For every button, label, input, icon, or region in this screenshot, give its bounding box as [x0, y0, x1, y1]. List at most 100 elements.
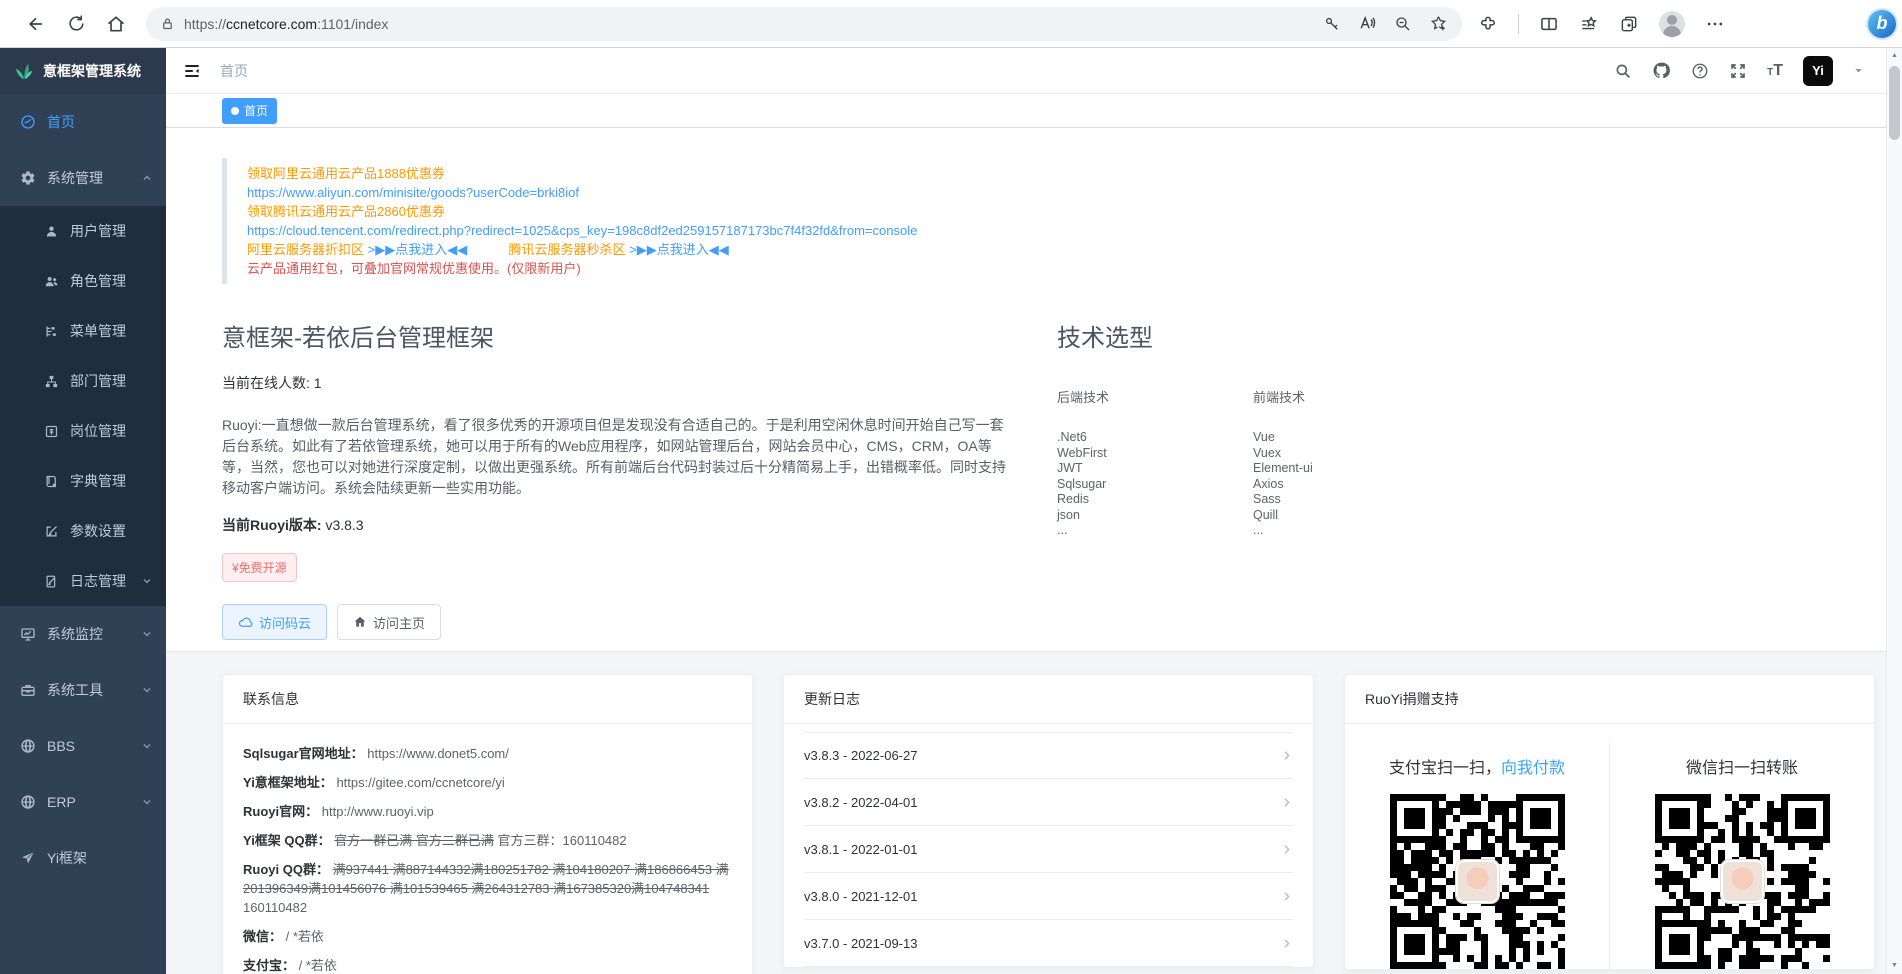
font-size-icon[interactable]: TT: [1767, 62, 1783, 80]
app-frame: 意框架管理系统 首页 系统管理 用户管理: [0, 48, 1902, 974]
read-aloud-icon[interactable]: [1358, 14, 1377, 33]
sidebar-item-log-mgmt[interactable]: 日志管理: [0, 556, 166, 606]
sidebar-item-label: 角色管理: [70, 271, 126, 291]
sidebar-item-system[interactable]: 系统管理: [0, 150, 166, 206]
aliyun-discount-label[interactable]: 阿里云服务器折扣区: [247, 242, 364, 257]
zoom-out-icon[interactable]: [1394, 15, 1412, 33]
chevron-right-icon: [1280, 749, 1293, 762]
sidebar-item-yi-framework[interactable]: Yi框架: [0, 830, 166, 886]
sidebar-item-dept-mgmt[interactable]: 部门管理: [0, 356, 166, 406]
tech-item: Vuex: [1253, 446, 1449, 462]
changelog-item[interactable]: v3.7.0 - 2021-09-13: [804, 920, 1293, 967]
contact-label: Yi框架 QQ群：: [243, 833, 331, 848]
tencent-url-link[interactable]: https://cloud.tencent.com/redirect.php?r…: [247, 223, 917, 238]
copilot-icon[interactable]: b: [1866, 8, 1898, 40]
sqlsugar-site-link[interactable]: https://www.donet5.com/: [367, 746, 509, 761]
password-key-icon[interactable]: [1323, 15, 1341, 33]
sidebar-item-param-settings[interactable]: 参数设置: [0, 506, 166, 556]
page-title: 意框架-若依后台管理框架: [222, 318, 1012, 353]
github-icon[interactable]: [1652, 61, 1671, 80]
visit-gitee-button[interactable]: 访问码云: [222, 604, 327, 640]
sidebar-collapse-icon[interactable]: [182, 61, 202, 81]
split-screen-icon[interactable]: [1539, 14, 1559, 34]
changelog-item[interactable]: v3.8.3 - 2022-06-27: [804, 732, 1293, 779]
aliyun-coupon-link[interactable]: 领取阿里云通用云产品1888优惠券: [247, 166, 445, 181]
scroll-down-arrow[interactable]: ▼: [1887, 958, 1902, 972]
changelog-item[interactable]: v3.8.0 - 2021-12-01: [804, 873, 1293, 920]
tencent-coupon-link[interactable]: 领取腾讯云通用云产品2860优惠券: [247, 204, 445, 219]
frontend-label: 前端技术: [1253, 387, 1449, 406]
sidebar-item-erp[interactable]: ERP: [0, 774, 166, 830]
browser-refresh-button[interactable]: [56, 4, 96, 44]
browser-back-button[interactable]: [16, 4, 56, 44]
sidebar-item-label: 系统管理: [47, 168, 103, 188]
alipay-title: 支付宝扫一扫，向我付款: [1389, 754, 1565, 778]
alipay-qr-code: [1390, 794, 1565, 969]
home-panel: 领取阿里云通用云产品1888优惠券 https://www.aliyun.com…: [166, 128, 1902, 652]
qr-center-photo: [1456, 860, 1499, 903]
sidebar-item-bbs[interactable]: BBS: [0, 718, 166, 774]
aliyun-enter-link[interactable]: >▶▶点我进入◀◀: [368, 242, 468, 257]
sidebar-item-label: 系统工具: [47, 680, 103, 700]
sidebar-item-tools[interactable]: 系统工具: [0, 662, 166, 718]
sidebar-item-role-mgmt[interactable]: 角色管理: [0, 256, 166, 306]
browser-home-button[interactable]: [96, 4, 136, 44]
tech-item: .Net6: [1057, 430, 1253, 446]
alipay-pay-link[interactable]: 向我付款: [1501, 760, 1565, 777]
sidebar-item-menu-mgmt[interactable]: 菜单管理: [0, 306, 166, 356]
user-menu-caret-icon[interactable]: [1853, 65, 1864, 76]
tencent-seckill-label[interactable]: 腾讯云服务器秒杀区: [508, 242, 625, 257]
sidebar-item-label: ERP: [47, 794, 76, 810]
chevron-right-icon: [1280, 890, 1293, 903]
sidebar-item-home[interactable]: 首页: [0, 94, 166, 150]
contact-row: Sqlsugar官网地址： https://www.donet5.com/: [243, 744, 732, 763]
chevron-right-icon: [1280, 843, 1293, 856]
visit-homepage-button[interactable]: 访问主页: [337, 604, 441, 640]
chevron-down-icon: [141, 684, 153, 696]
sidebar-item-dict-mgmt[interactable]: 字典管理: [0, 456, 166, 506]
search-icon[interactable]: [1614, 62, 1632, 80]
tab-copy-icon[interactable]: [1619, 14, 1639, 34]
screen: https://ccnetcore.com:1101/index b: [0, 0, 1902, 974]
wechat-title: 微信扫一扫转账: [1686, 754, 1798, 778]
aliyun-url-link[interactable]: https://www.aliyun.com/minisite/goods?us…: [247, 185, 579, 200]
online-count-row: 当前在线人数: 1: [222, 373, 1012, 393]
wechat-value: / *若依: [286, 929, 324, 944]
sidebar-item-monitor[interactable]: 系统监控: [0, 606, 166, 662]
extensions-icon[interactable]: [1478, 14, 1498, 34]
tree-list-icon: [44, 324, 59, 339]
chevron-right-icon: [1280, 937, 1293, 950]
tencent-enter-link[interactable]: >▶▶点我进入◀◀: [629, 242, 729, 257]
scroll-up-arrow[interactable]: ▲: [1887, 48, 1902, 62]
sidebar-item-label: 首页: [47, 112, 75, 132]
intro-buttons: 访问码云 访问主页: [222, 604, 1012, 640]
tag-home[interactable]: 首页: [222, 98, 277, 124]
user-avatar[interactable]: Yi: [1803, 56, 1833, 86]
lock-icon[interactable]: [160, 16, 175, 31]
fullscreen-icon[interactable]: [1729, 62, 1747, 80]
help-icon[interactable]: [1691, 62, 1709, 80]
more-options-icon[interactable]: [1705, 14, 1725, 34]
breadcrumb[interactable]: 首页: [220, 61, 248, 81]
intro-column: 意框架-若依后台管理框架 当前在线人数: 1 Ruoyi:一直想做一款后台管理系…: [222, 318, 1057, 640]
address-bar[interactable]: https://ccnetcore.com:1101/index: [146, 7, 1462, 41]
scrollbar-thumb[interactable]: [1889, 66, 1900, 140]
log-doc-icon: [44, 574, 59, 589]
sidebar-item-user-mgmt[interactable]: 用户管理: [0, 206, 166, 256]
sidebar-item-post-mgmt[interactable]: 岗位管理: [0, 406, 166, 456]
favorite-add-icon[interactable]: [1429, 14, 1448, 33]
yi-gitee-link[interactable]: https://gitee.com/ccnetcore/yi: [336, 775, 504, 790]
collections-icon[interactable]: [1579, 14, 1599, 34]
sidebar-item-label: 日志管理: [70, 571, 126, 591]
page-scrollbar[interactable]: ▲ ▼: [1886, 48, 1902, 974]
sidebar-item-label: 参数设置: [70, 521, 126, 541]
tech-item: WebFirst: [1057, 446, 1253, 462]
changelog-item[interactable]: v3.8.1 - 2022-01-01: [804, 826, 1293, 873]
browser-profile-avatar[interactable]: [1659, 11, 1685, 37]
changelog-item-label: v3.8.1 - 2022-01-01: [804, 842, 917, 857]
intro-section: 意框架-若依后台管理框架 当前在线人数: 1 Ruoyi:一直想做一款后台管理系…: [222, 318, 1846, 640]
qq-groups-full: 官方一群已满 官方二群已满: [334, 833, 494, 848]
notice-block: 领取阿里云通用云产品1888优惠券 https://www.aliyun.com…: [222, 158, 1846, 284]
ruoyi-site-link[interactable]: http://www.ruoyi.vip: [322, 804, 434, 819]
changelog-item[interactable]: v3.8.2 - 2022-04-01: [804, 779, 1293, 826]
